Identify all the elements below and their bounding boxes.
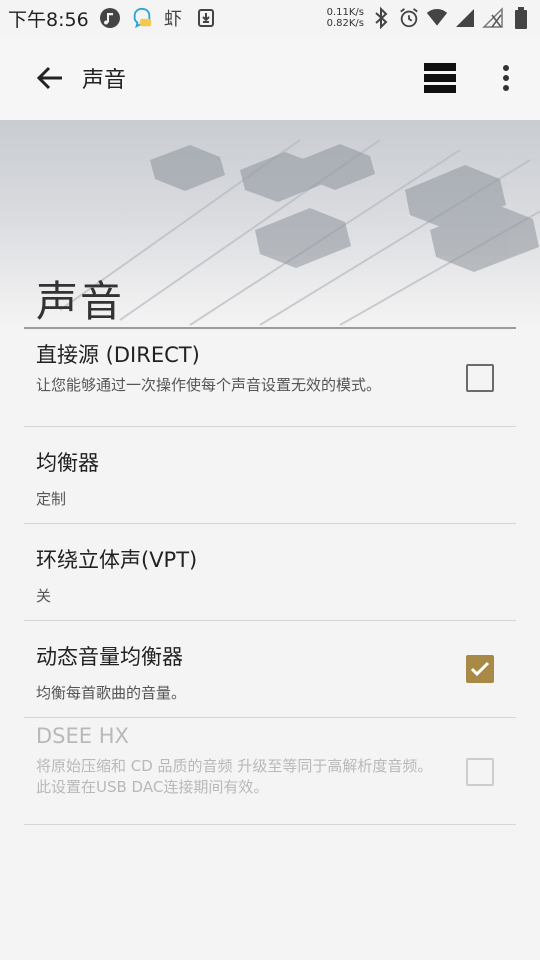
setting-title: 均衡器 bbox=[36, 451, 99, 475]
direct-source-checkbox[interactable] bbox=[466, 364, 494, 392]
setting-title: 动态音量均衡器 bbox=[36, 645, 183, 669]
download-icon bbox=[195, 7, 217, 29]
dynamic-normalizer-checkbox[interactable] bbox=[466, 655, 494, 683]
toolbar-title: 声音 bbox=[82, 68, 127, 93]
alarm-icon bbox=[398, 7, 420, 29]
setting-dsee-hx: DSEE HX 将原始压缩和 CD 品质的音频 升级至等同于高解析度音频。 此设… bbox=[24, 718, 516, 825]
settings-list: 直接源 (DIRECT) 让您能够通过一次操作使每个声音设置无效的模式。 均衡器… bbox=[24, 329, 516, 825]
status-right: 0.11K/s 0.82K/s bbox=[327, 7, 532, 29]
status-left: 下午8:56 虾 bbox=[8, 5, 217, 32]
setting-title: 环绕立体声(VPT) bbox=[36, 548, 198, 572]
battery-icon bbox=[510, 7, 532, 29]
setting-subtitle: 将原始压缩和 CD 品质的音频 升级至等同于高解析度音频。 bbox=[36, 757, 433, 775]
svg-text:虾: 虾 bbox=[164, 9, 182, 29]
chat-bubble-icon bbox=[131, 7, 153, 29]
setting-subtitle: 均衡每首歌曲的音量。 bbox=[36, 684, 187, 702]
overflow-menu-button[interactable] bbox=[486, 54, 526, 102]
checkmark-icon bbox=[470, 661, 490, 677]
status-time: 下午8:56 bbox=[8, 8, 89, 31]
back-button[interactable] bbox=[26, 54, 74, 102]
setting-subtitle: 让您能够通过一次操作使每个声音设置无效的模式。 bbox=[36, 376, 382, 394]
signal-icon bbox=[454, 7, 476, 29]
music-note-icon bbox=[99, 7, 121, 29]
setting-subtitle-note: 此设置在USB DAC连接期间有效。 bbox=[36, 778, 269, 796]
setting-title: 直接源 (DIRECT) bbox=[36, 343, 200, 367]
back-arrow-icon bbox=[36, 66, 62, 90]
setting-dynamic-normalizer[interactable]: 动态音量均衡器 均衡每首歌曲的音量。 bbox=[24, 621, 516, 718]
setting-subtitle: 关 bbox=[36, 587, 52, 605]
setting-direct-source[interactable]: 直接源 (DIRECT) 让您能够通过一次操作使每个声音设置无效的模式。 bbox=[24, 329, 516, 427]
overflow-menu-icon bbox=[503, 65, 509, 91]
setting-title: DSEE HX bbox=[36, 724, 129, 748]
header-title: 声音 bbox=[36, 277, 125, 326]
shrimp-app-icon: 虾 bbox=[163, 7, 185, 29]
bluetooth-icon bbox=[370, 7, 392, 29]
dsee-hx-checkbox bbox=[466, 758, 494, 786]
toolbar: 声音 bbox=[0, 36, 540, 120]
toolbar-actions bbox=[416, 54, 540, 102]
signal-off-icon bbox=[482, 7, 504, 29]
net-speed: 0.11K/s 0.82K/s bbox=[327, 7, 364, 29]
setting-equalizer[interactable]: 均衡器 定制 bbox=[24, 427, 516, 524]
setting-subtitle: 定制 bbox=[36, 490, 67, 508]
setting-vpt-surround[interactable]: 环绕立体声(VPT) 关 bbox=[24, 524, 516, 621]
list-menu-icon bbox=[424, 63, 456, 93]
list-menu-button[interactable] bbox=[416, 54, 464, 102]
net-speed-down: 0.82K/s bbox=[326, 18, 364, 29]
wifi-icon bbox=[426, 7, 448, 29]
status-bar: 下午8:56 虾 0.11K/s 0.82K/s bbox=[0, 0, 540, 36]
header-banner: 声音 bbox=[0, 120, 540, 330]
net-speed-up: 0.11K/s bbox=[326, 7, 364, 18]
